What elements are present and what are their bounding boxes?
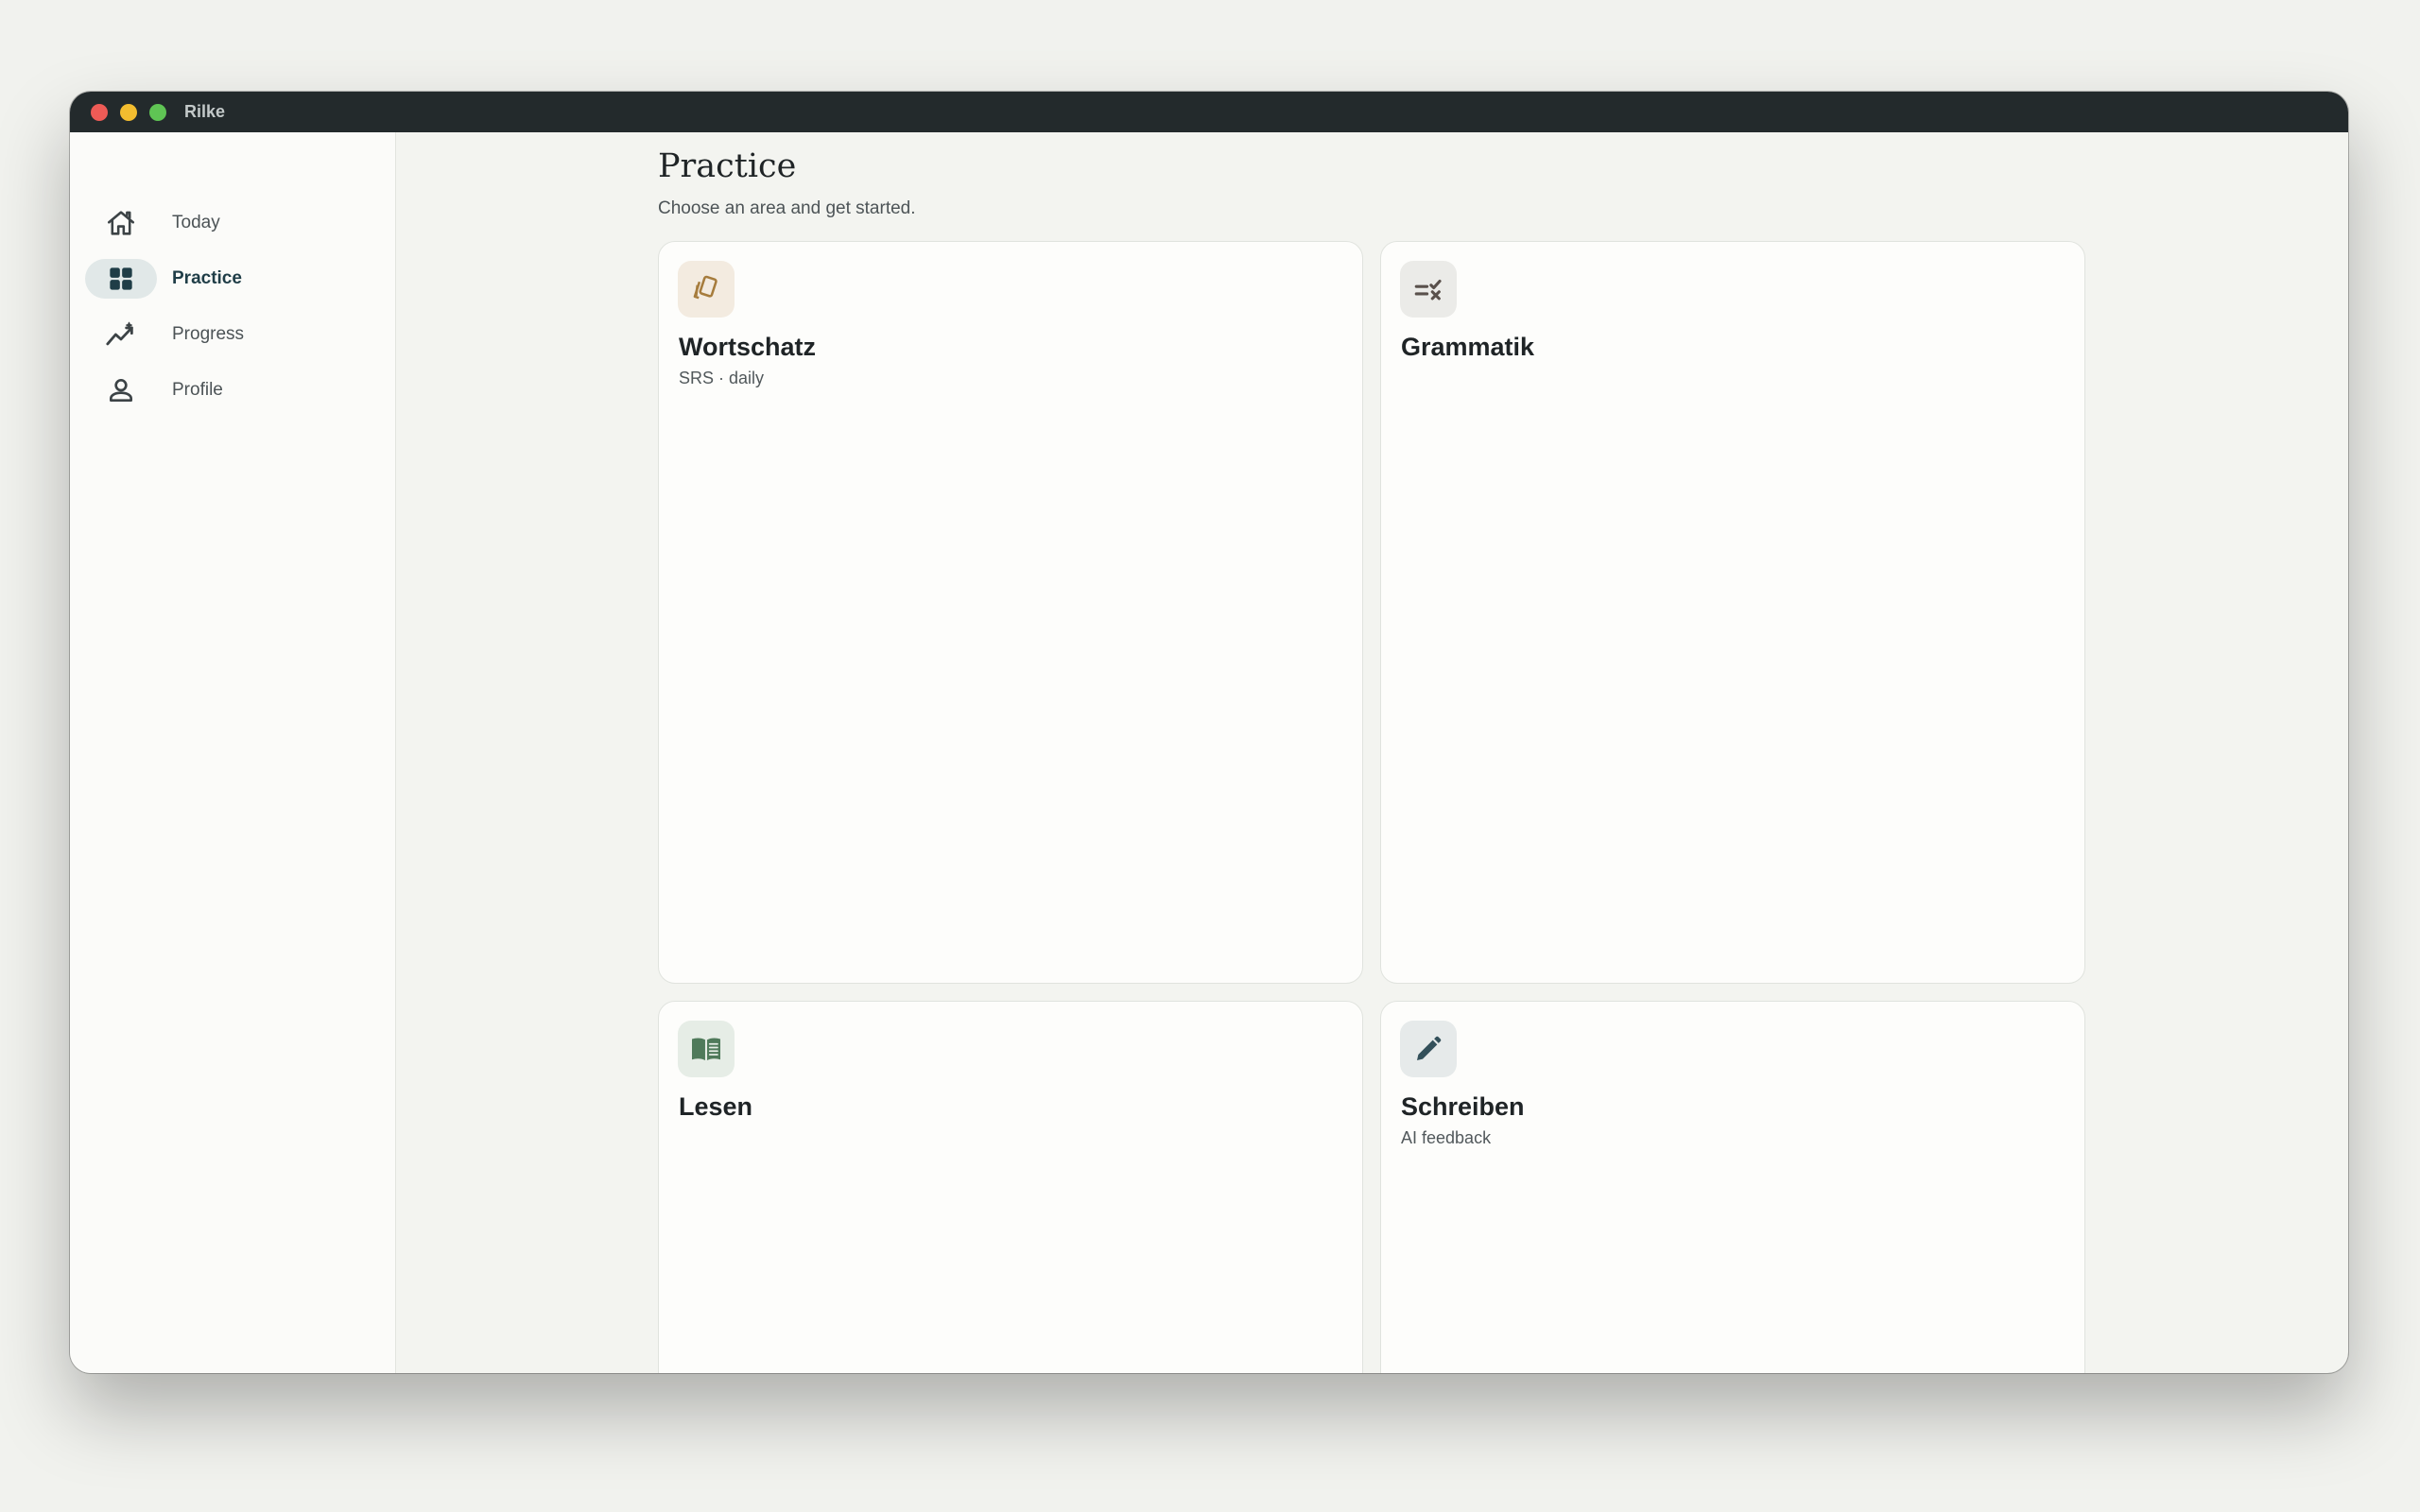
title-bar: Rilke bbox=[70, 92, 2348, 132]
app-window: Rilke Today Practice Progress Profile Pr… bbox=[70, 92, 2348, 1373]
page-title: Practice bbox=[658, 147, 797, 185]
book-icon bbox=[678, 1021, 735, 1077]
practice-card-wortschatz[interactable]: Wortschatz SRS · daily bbox=[658, 241, 1363, 984]
sidebar-item-progress[interactable]: Progress bbox=[70, 306, 395, 362]
sidebar-item-profile[interactable]: Profile bbox=[70, 362, 395, 418]
sidebar-item-label: Progress bbox=[172, 323, 245, 344]
page-subtitle: Choose an area and get started. bbox=[658, 198, 916, 218]
card-title: Wortschatz bbox=[679, 333, 817, 361]
card-subtitle: AI feedback bbox=[1401, 1128, 1492, 1147]
sidebar-item-today[interactable]: Today bbox=[70, 195, 395, 250]
window-title: Rilke bbox=[184, 102, 226, 121]
minimize-window-button[interactable] bbox=[120, 103, 137, 121]
home-icon bbox=[85, 203, 157, 243]
card-subtitle: SRS · daily bbox=[679, 369, 765, 387]
close-window-button[interactable] bbox=[91, 103, 108, 121]
checklist-icon bbox=[1400, 261, 1457, 318]
flashcards-icon bbox=[678, 261, 735, 318]
sidebar-item-practice[interactable]: Practice bbox=[70, 250, 395, 306]
main-content: Practice Choose an area and get started.… bbox=[397, 132, 2348, 1373]
practice-card-schreiben[interactable]: Schreiben AI feedback bbox=[1380, 1001, 2085, 1373]
trend-icon bbox=[85, 315, 157, 354]
zoom-window-button[interactable] bbox=[149, 103, 166, 121]
sidebar-item-label: Profile bbox=[172, 379, 223, 400]
sidebar-item-label: Today bbox=[172, 212, 220, 232]
practice-card-lesen[interactable]: Lesen bbox=[658, 1001, 1363, 1373]
card-title: Lesen bbox=[679, 1092, 753, 1121]
sidebar-item-label: Practice bbox=[172, 267, 242, 288]
grid-icon bbox=[85, 258, 157, 299]
sidebar: Today Practice Progress Profile bbox=[70, 132, 396, 1373]
card-title: Schreiben bbox=[1401, 1092, 1525, 1121]
card-title: Grammatik bbox=[1401, 333, 1535, 361]
person-icon bbox=[85, 370, 157, 410]
pencil-icon bbox=[1400, 1021, 1457, 1077]
practice-card-grammatik[interactable]: Grammatik bbox=[1380, 241, 2085, 984]
